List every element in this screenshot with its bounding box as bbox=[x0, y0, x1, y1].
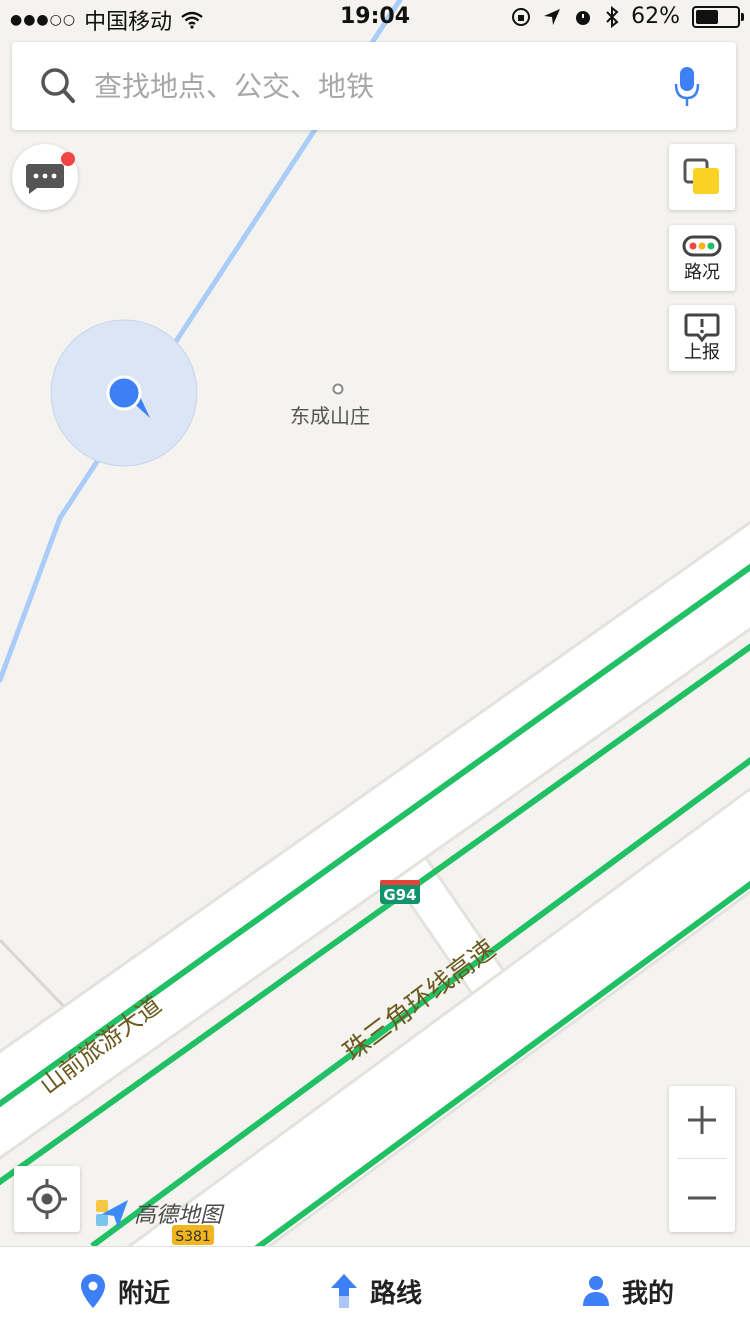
location-services-icon bbox=[543, 8, 561, 26]
status-bar: ●●●○○ 中国移动 19:04 62% bbox=[0, 0, 750, 36]
report-label: 上报 bbox=[669, 338, 735, 364]
location-pin-icon bbox=[80, 1273, 106, 1309]
minus-icon bbox=[669, 1160, 735, 1232]
svg-text:G94: G94 bbox=[383, 886, 416, 904]
poi-marker[interactable] bbox=[334, 385, 343, 394]
traffic-label: 路况 bbox=[669, 258, 735, 284]
tab-nearby[interactable]: 附近 bbox=[80, 1247, 170, 1335]
brand-watermark: 高德地图 bbox=[94, 1196, 222, 1230]
microphone-icon[interactable] bbox=[674, 66, 700, 108]
bottom-tab-bar: 附近 路线 我的 bbox=[0, 1246, 750, 1335]
tab-label: 我的 bbox=[622, 1273, 674, 1310]
bluetooth-icon bbox=[605, 6, 619, 28]
tab-route[interactable]: 路线 bbox=[330, 1247, 422, 1335]
user-location-dot bbox=[108, 377, 140, 409]
svg-text:S381: S381 bbox=[175, 1229, 211, 1245]
tab-label: 附近 bbox=[118, 1273, 170, 1310]
crosshair-icon bbox=[14, 1166, 80, 1232]
battery-percent: 62% bbox=[631, 4, 680, 29]
search-icon bbox=[40, 66, 76, 106]
brand-name: 高德地图 bbox=[134, 1197, 222, 1229]
search-input[interactable] bbox=[94, 56, 654, 116]
message-button[interactable] bbox=[12, 144, 78, 210]
report-button[interactable]: 上报 bbox=[669, 305, 735, 371]
tab-label: 路线 bbox=[370, 1273, 422, 1310]
orientation-lock-icon bbox=[511, 7, 531, 27]
notification-dot bbox=[61, 152, 75, 166]
alarm-icon bbox=[573, 7, 593, 27]
zoom-in-button[interactable] bbox=[669, 1086, 735, 1158]
highway-shield-g94: G94 bbox=[380, 880, 420, 904]
zoom-divider bbox=[677, 1158, 727, 1159]
battery-icon bbox=[692, 6, 740, 28]
zoom-controls bbox=[669, 1086, 735, 1232]
layers-icon bbox=[669, 144, 735, 210]
search-bar[interactable] bbox=[12, 42, 736, 130]
layers-button[interactable] bbox=[669, 144, 735, 210]
user-icon bbox=[582, 1275, 610, 1307]
tab-profile[interactable]: 我的 bbox=[582, 1247, 674, 1335]
route-arrow-icon bbox=[330, 1273, 358, 1309]
locate-me-button[interactable] bbox=[14, 1166, 80, 1232]
amap-logo-icon bbox=[94, 1196, 130, 1230]
poi-label[interactable]: 东成山庄 bbox=[290, 400, 370, 429]
zoom-out-button[interactable] bbox=[669, 1160, 735, 1232]
map-canvas[interactable]: 山前旅游大道 珠三角环线高速 G94 S381 bbox=[0, 0, 750, 1334]
plus-icon bbox=[669, 1086, 735, 1158]
traffic-button[interactable]: 路况 bbox=[669, 225, 735, 291]
